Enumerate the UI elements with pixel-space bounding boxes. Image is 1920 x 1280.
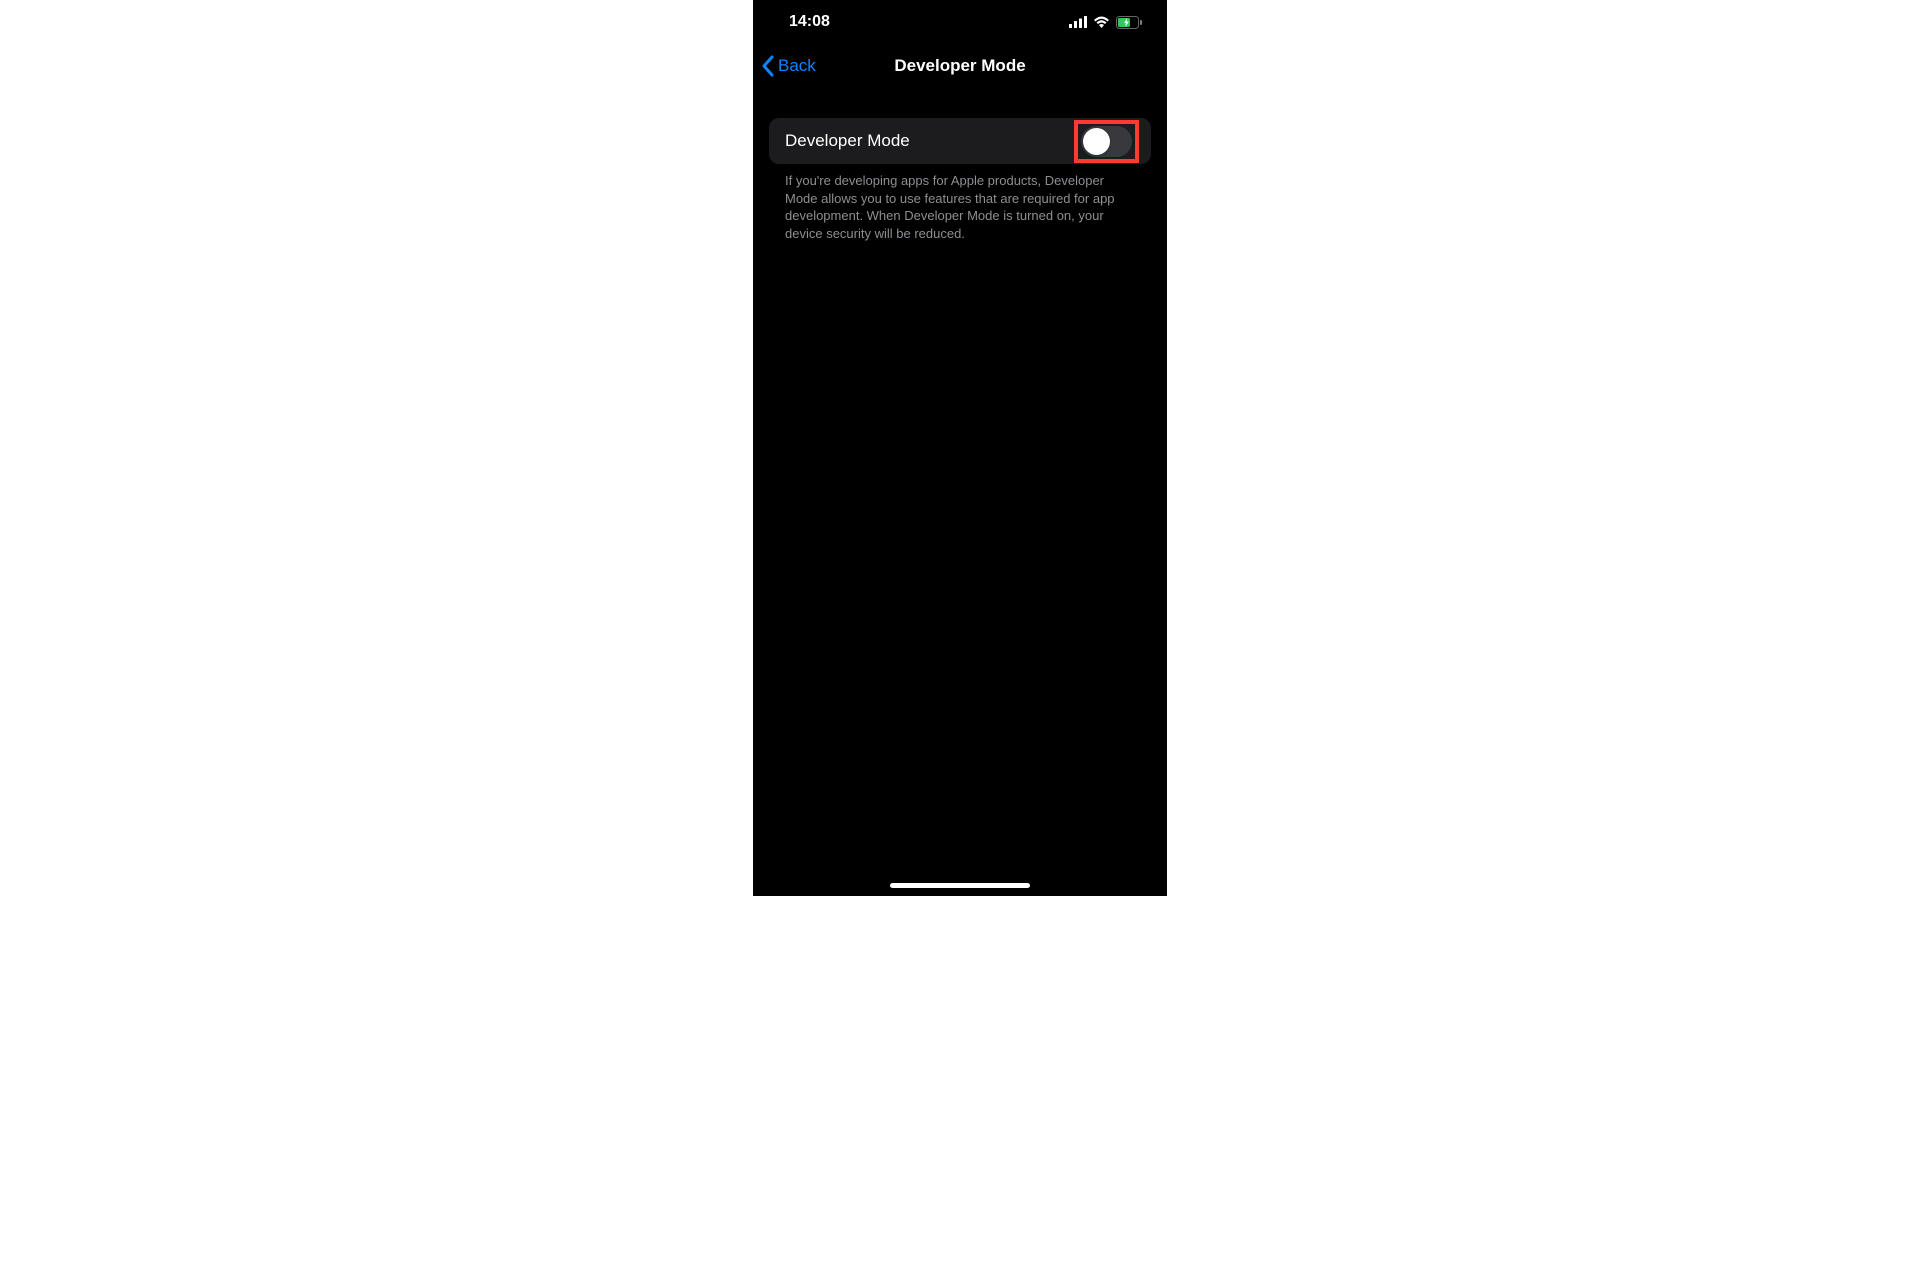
developer-mode-toggle[interactable] — [1081, 126, 1132, 157]
status-icons — [1069, 16, 1143, 29]
back-button[interactable]: Back — [761, 55, 816, 77]
back-label: Back — [778, 56, 816, 76]
developer-mode-label: Developer Mode — [785, 131, 910, 151]
developer-mode-row: Developer Mode — [769, 118, 1151, 164]
cellular-signal-icon — [1069, 16, 1087, 28]
status-bar: 14:08 — [753, 0, 1167, 44]
status-time: 14:08 — [789, 13, 830, 31]
battery-charging-icon — [1116, 16, 1143, 29]
home-indicator[interactable] — [890, 883, 1030, 888]
developer-mode-description: If you're developing apps for Apple prod… — [753, 164, 1167, 242]
toggle-knob — [1083, 128, 1110, 155]
content-area: Developer Mode If you're developing apps… — [753, 88, 1167, 242]
wifi-icon — [1093, 16, 1110, 28]
toggle-highlight-wrap — [1076, 122, 1137, 161]
navigation-bar: Back Developer Mode — [753, 44, 1167, 88]
phone-screen: 14:08 — [753, 0, 1167, 896]
chevron-left-icon — [761, 55, 774, 77]
